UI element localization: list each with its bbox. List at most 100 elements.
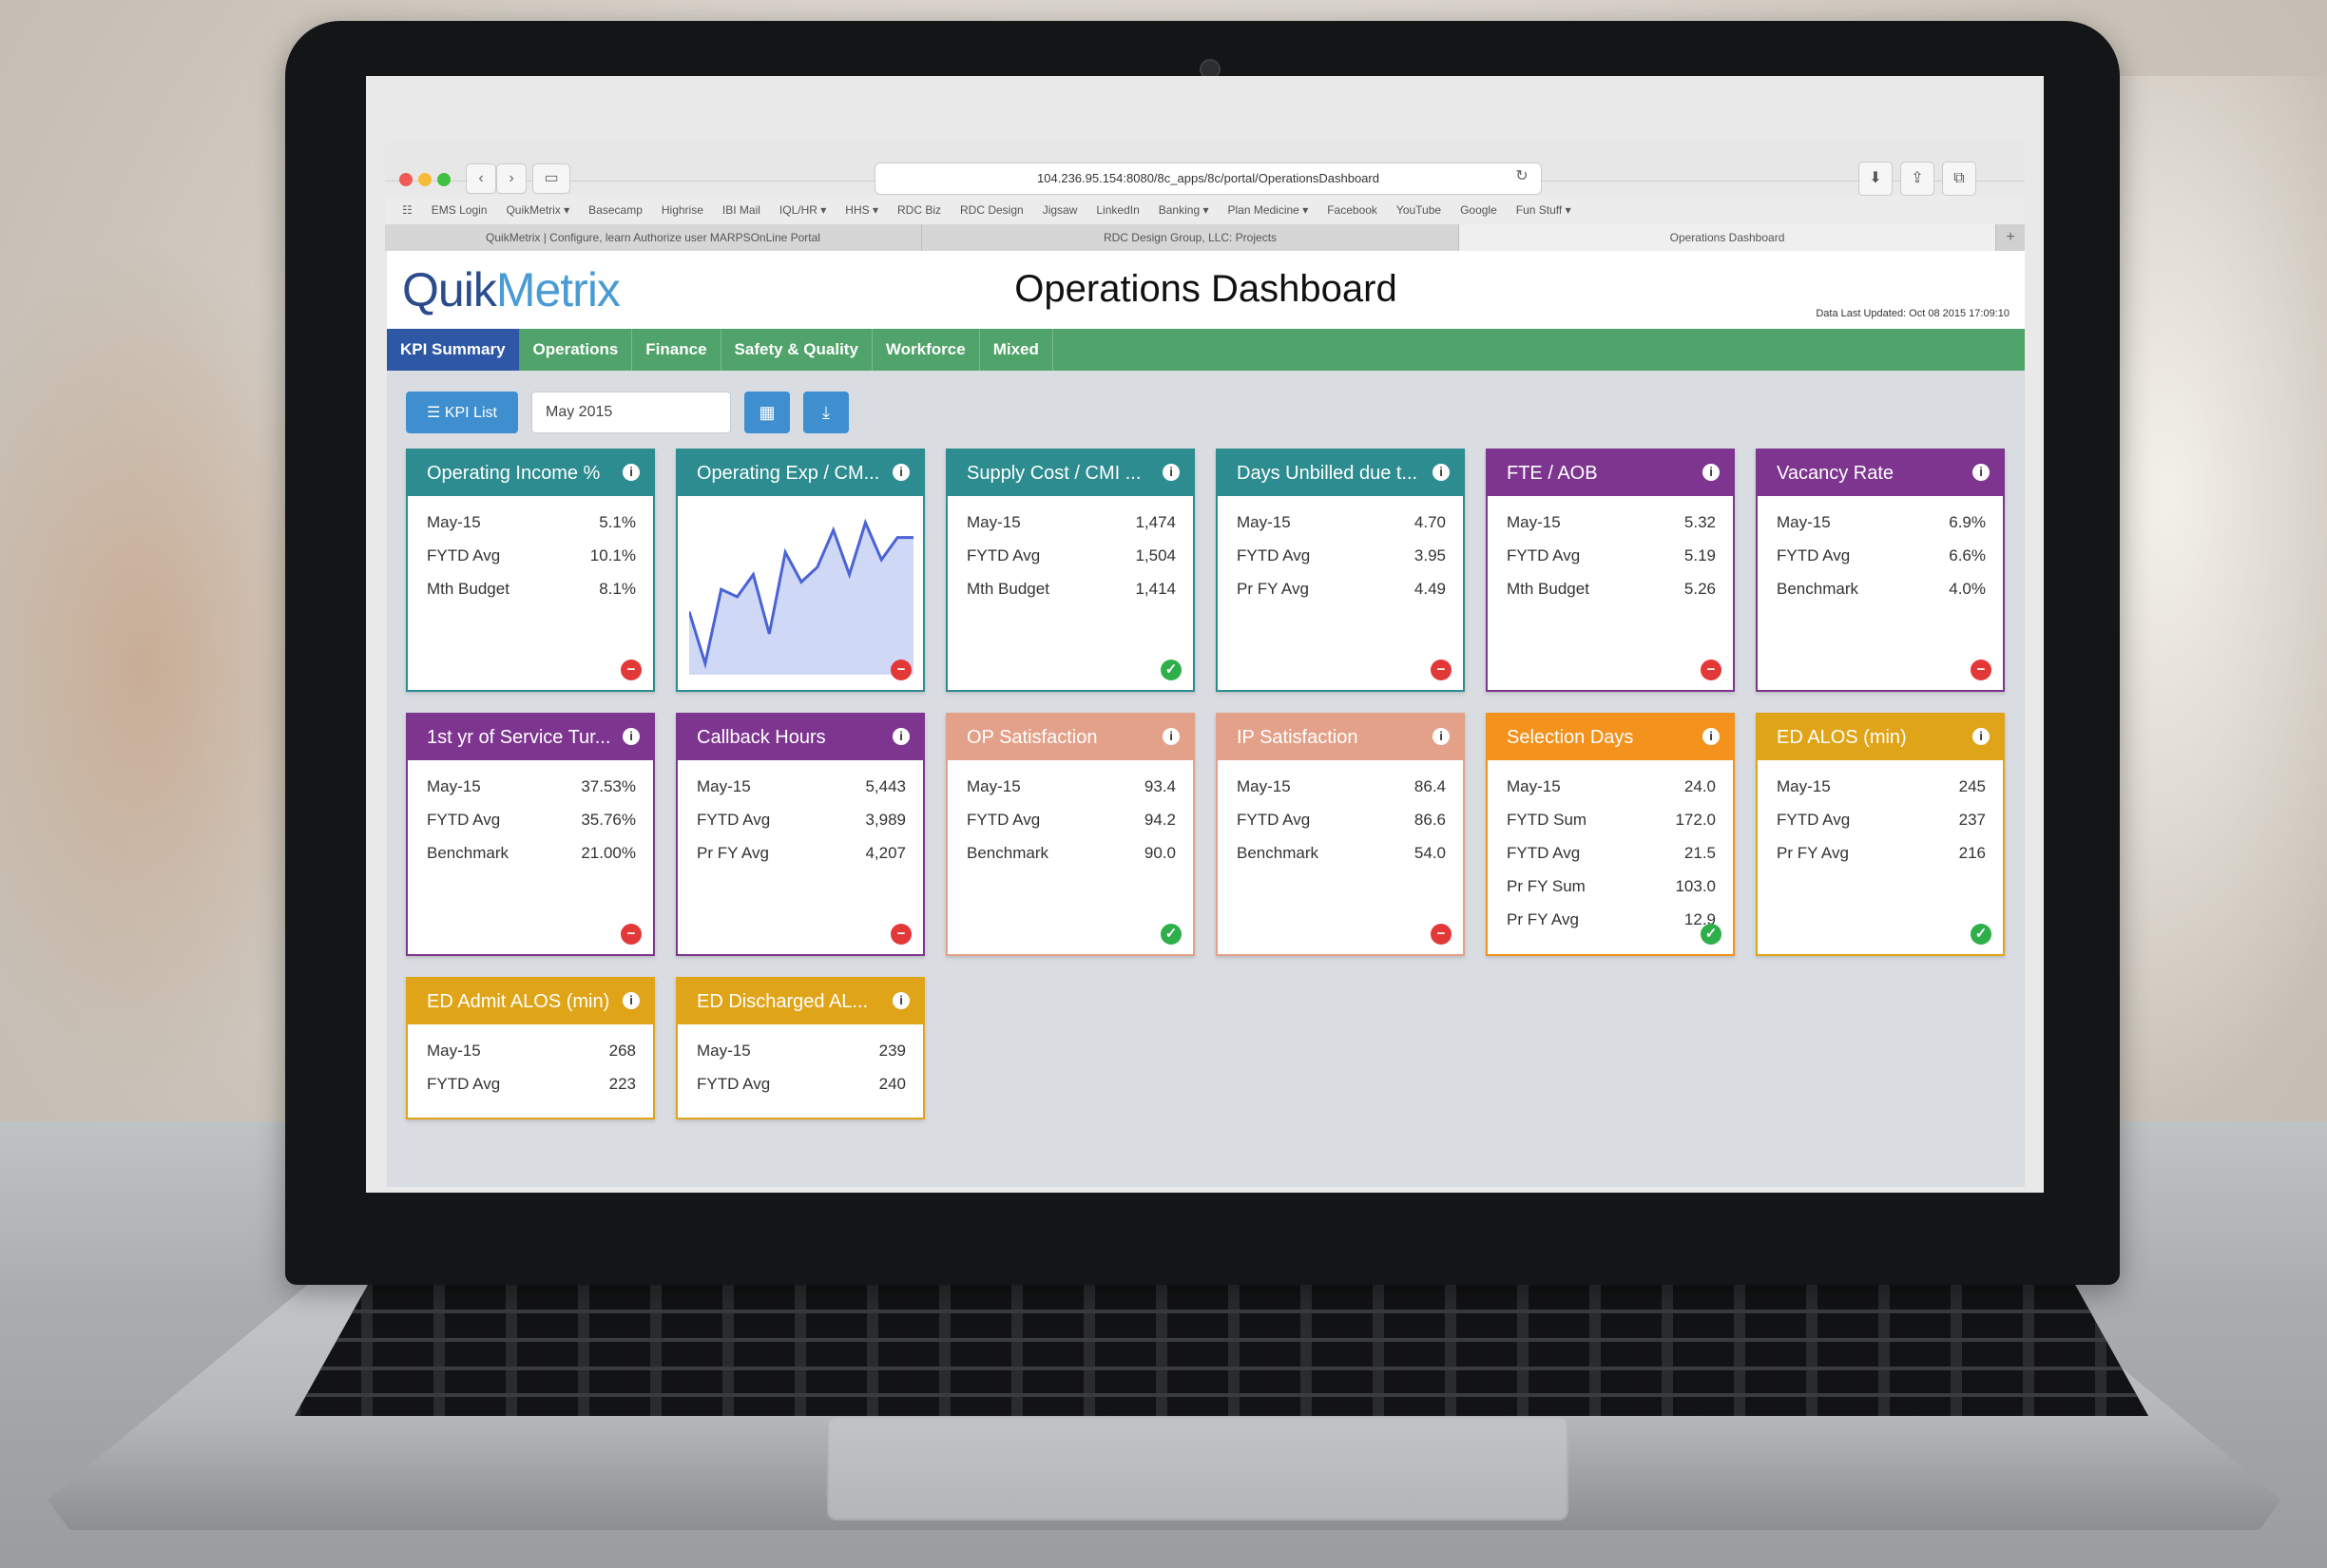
kpi-row-value: 1,504 [1135,545,1176,564]
kpi-card[interactable]: ED Discharged AL... i May-15 239 FYTD Avg 240 [676,977,925,1119]
bookmark[interactable]: RDC Biz [897,203,941,217]
info-icon[interactable]: i [893,728,910,745]
info-icon[interactable]: i [1702,464,1720,481]
status-alert-icon: − [891,660,912,680]
info-icon[interactable]: i [1163,728,1180,745]
kpi-row: May-15 93.4 [967,770,1193,803]
kpi-card[interactable]: OP Satisfaction i May-15 93.4 FYTD Avg 94.2 Be… [946,713,1195,956]
minimize-window-button[interactable] [418,173,432,186]
info-icon[interactable]: i [1702,728,1720,745]
info-icon[interactable]: i [893,992,910,1009]
kpi-row-label: FYTD Sum [1507,810,1587,829]
info-icon[interactable]: i [1163,464,1180,481]
kpi-card[interactable]: Operating Exp / CM... i − [676,449,925,692]
bookmark[interactable]: Highrise [662,203,703,217]
tab-finance[interactable]: Finance [632,329,721,371]
reload-icon[interactable]: ↻ [1511,165,1532,188]
bookmark[interactable]: Fun Stuff ▾ [1516,203,1571,217]
kpi-card-title: Supply Cost / CMI ... [967,462,1142,484]
kpi-row-value: 268 [608,1041,636,1060]
bookmark[interactable]: Facebook [1327,203,1377,217]
info-icon[interactable]: i [623,992,640,1009]
tab-safety-quality[interactable]: Safety & Quality [721,329,873,371]
month-date-input[interactable]: May 2015 [531,392,731,433]
kpi-values: May-15 268 FYTD Avg 223 [408,1024,653,1100]
info-icon[interactable]: i [1433,464,1450,481]
kpi-card[interactable]: FTE / AOB i May-15 5.32 FYTD Avg 5.19 Mth Budg… [1486,449,1735,692]
download-icon[interactable]: ⬇ [1858,162,1893,196]
info-icon[interactable]: i [623,728,640,745]
kpi-card[interactable]: Supply Cost / CMI ... i May-15 1,474 FYTD Av… [946,449,1195,692]
sidebar-icon[interactable]: ▭ [532,163,570,194]
close-window-button[interactable] [399,173,413,186]
url-bar[interactable]: 104.236.95.154:8080/8c_apps/8c/portal/Op… [875,163,1542,195]
bookmark[interactable]: Jigsaw [1043,203,1078,217]
bookmark[interactable]: IQL/HR ▾ [779,203,826,217]
download-icon[interactable]: ⤓ [803,392,849,433]
kpi-card[interactable]: Callback Hours i May-15 5,443 FYTD Avg 3,989 P… [676,713,925,956]
tabs-icon[interactable]: ⧉ [1942,162,1976,196]
info-icon[interactable]: i [1972,728,1990,745]
calendar-icon[interactable]: ▦ [744,392,790,433]
kpi-card[interactable]: Selection Days i May-15 24.0 FYTD Sum 172.0 FY… [1486,713,1735,956]
kpi-row-label: FYTD Avg [1777,545,1851,564]
kpi-list-button[interactable]: ☰ KPI List [406,392,518,433]
kpi-row: Benchmark 90.0 [967,836,1193,870]
kpi-row-label: May-15 [967,776,1021,795]
kpi-card[interactable]: ED Admit ALOS (min) i May-15 268 FYTD Avg 223 [406,977,655,1119]
info-icon[interactable]: i [1972,464,1990,481]
kpi-row: FYTD Avg 3.95 [1237,539,1463,572]
tab-mixed[interactable]: Mixed [980,329,1053,371]
maximize-window-button[interactable] [437,173,451,186]
kpi-values: May-15 4.70 FYTD Avg 3.95 Pr FY Avg 4.49 [1218,496,1463,605]
keyboard-row-gap [295,1367,2148,1370]
bookmark[interactable]: Banking ▾ [1159,203,1209,217]
kpi-card-header: Vacancy Rate i [1758,450,2003,496]
forward-icon[interactable]: › [496,163,527,194]
kpi-card[interactable]: 1st yr of Service Tur... i May-15 37.53% FYT… [406,713,655,956]
url-text: 104.236.95.154:8080/8c_apps/8c/portal/Op… [1037,171,1379,185]
bookmark[interactable]: EMS Login [432,203,488,217]
bookmark[interactable]: QuikMetrix ▾ [506,203,569,217]
info-icon[interactable]: i [1433,728,1450,745]
kpi-card-title: Selection Days [1507,726,1634,748]
info-icon[interactable]: i [893,464,910,481]
kpi-card[interactable]: Vacancy Rate i May-15 6.9% FYTD Avg 6.6% Bench… [1756,449,2005,692]
kpi-card[interactable]: ED ALOS (min) i May-15 245 FYTD Avg 237 Pr FY … [1756,713,2005,956]
kpi-values: May-15 245 FYTD Avg 237 Pr FY Avg 216 [1758,760,2003,870]
kpi-row-value: 86.4 [1414,776,1446,795]
kpi-values: May-15 5,443 FYTD Avg 3,989 Pr FY Avg 4,207 [678,760,923,870]
bookmark[interactable]: Google [1460,203,1497,217]
bookmark[interactable]: HHS ▾ [845,203,878,217]
back-icon[interactable]: ‹ [466,163,496,194]
tab-workforce[interactable]: Workforce [873,329,980,371]
kpi-card[interactable]: Operating Income % i May-15 5.1% FYTD Avg 10.… [406,449,655,692]
info-icon[interactable]: i [623,464,640,481]
kpi-card[interactable]: IP Satisfaction i May-15 86.4 FYTD Avg 86.6 Be… [1216,713,1465,956]
browser-tab-active[interactable]: Operations Dashboard [1459,224,1996,251]
keyboard-row-gap [295,1310,2148,1313]
status-ok-icon: ✓ [1161,660,1182,680]
kpi-row-label: FYTD Avg [1237,545,1311,564]
bookmark[interactable]: RDC Design [960,203,1024,217]
share-icon[interactable]: ⇪ [1900,162,1934,196]
kpi-row-label: May-15 [1507,512,1561,531]
bookmark[interactable]: IBI Mail [722,203,760,217]
kpi-row: FYTD Avg 223 [427,1067,653,1100]
tab-operations[interactable]: Operations [520,329,633,371]
kpi-card[interactable]: Days Unbilled due t... i May-15 4.70 FYTD Av… [1216,449,1465,692]
bookmark[interactable]: Basecamp [588,203,643,217]
kpi-row: Mth Budget 1,414 [967,572,1193,605]
bookmark[interactable]: Plan Medicine ▾ [1227,203,1308,217]
browser-tab[interactable]: QuikMetrix | Configure, learn Authorize … [385,224,922,251]
tab-kpi-summary[interactable]: KPI Summary [387,329,520,371]
kpi-row: May-15 268 [427,1034,653,1067]
bookmark[interactable]: YouTube [1396,203,1441,217]
kpi-values: May-15 5.1% FYTD Avg 10.1% Mth Budget 8.1% [408,496,653,605]
kpi-row-value: 90.0 [1144,843,1176,862]
new-tab-button[interactable]: + [1996,224,2025,251]
bookmarks-icon[interactable]: ☷ [402,203,413,217]
kpi-row: May-15 37.53% [427,770,653,803]
bookmark[interactable]: LinkedIn [1096,203,1139,217]
browser-tab[interactable]: RDC Design Group, LLC: Projects [922,224,1459,251]
